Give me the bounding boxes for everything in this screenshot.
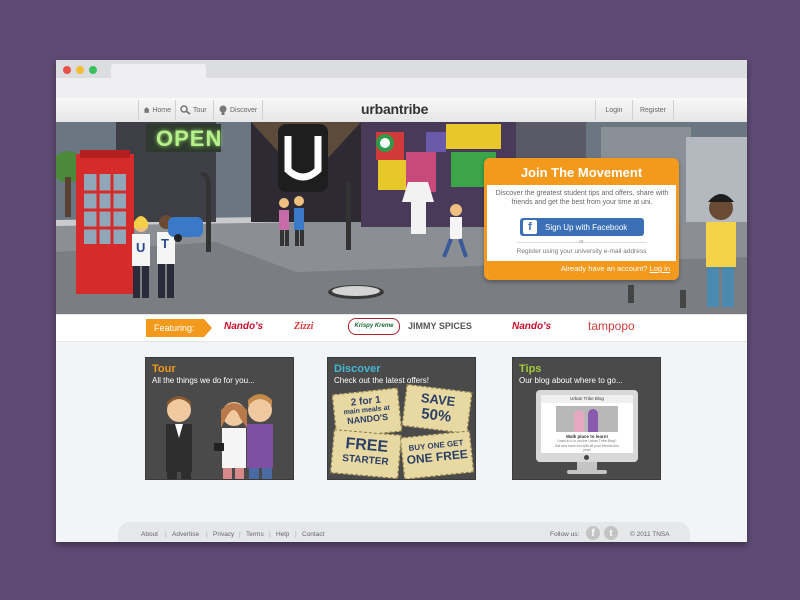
nav-home-label: Home bbox=[152, 106, 171, 114]
facebook-icon: f bbox=[523, 220, 537, 234]
nav-tour[interactable]: Tour bbox=[175, 100, 213, 120]
shirt-letter-u: U bbox=[136, 240, 146, 255]
follow-us-label: Follow us: bbox=[550, 531, 580, 538]
or-text: or bbox=[579, 239, 584, 245]
blog-figure-left bbox=[574, 410, 584, 432]
tips-card-subtitle: Our blog about where to go... bbox=[519, 376, 623, 385]
brand-krispy-kreme[interactable]: Krispy Kreme bbox=[348, 318, 400, 335]
monitor-stand bbox=[577, 462, 597, 470]
join-panel-header: Join The Movement bbox=[487, 161, 676, 185]
footer-sep-3: | bbox=[239, 531, 241, 538]
brand-zizzi[interactable]: Zizzi bbox=[294, 321, 313, 332]
join-panel-text: Discover the greatest student tips and o… bbox=[495, 190, 669, 206]
shirt-letter-t: T bbox=[161, 236, 169, 251]
discover-card-title: Discover bbox=[334, 363, 381, 375]
tour-card-title: Tour bbox=[152, 363, 176, 375]
facebook-button-label: Sign Up with Facebook bbox=[545, 222, 628, 232]
coupon-buy-one: BUY ONE GET ONE FREE bbox=[399, 430, 475, 479]
nav-home[interactable]: Home bbox=[138, 100, 175, 120]
facebook-signup-button[interactable]: f Sign Up with Facebook bbox=[520, 218, 644, 236]
monitor-power-dot bbox=[584, 455, 589, 460]
brand-tampopo[interactable]: tampopo bbox=[588, 319, 635, 333]
lightbulb-icon bbox=[219, 105, 227, 115]
browser-toolbar bbox=[56, 78, 747, 99]
brand-nandos-2[interactable]: Nando's bbox=[512, 321, 551, 332]
footer-privacy[interactable]: Privacy bbox=[213, 531, 234, 538]
coupon-save-50: SAVE 50% bbox=[401, 384, 473, 434]
footer-contact[interactable]: Contact bbox=[302, 531, 324, 538]
register-link[interactable]: Register bbox=[632, 100, 674, 120]
tour-illustration bbox=[166, 394, 273, 479]
nav-discover[interactable]: Discover bbox=[213, 100, 263, 120]
featuring-strip: Featuring: Nando's Zizzi Krispy Kreme JI… bbox=[56, 314, 747, 342]
tour-card-subtitle: All the things we do for you... bbox=[152, 376, 255, 385]
blog-figure-right bbox=[588, 409, 598, 432]
footer-sep-5: | bbox=[295, 531, 297, 538]
join-panel-title: Join The Movement bbox=[520, 165, 643, 180]
join-panel: Join The Movement Discover the greatest … bbox=[484, 158, 679, 280]
home-icon bbox=[143, 107, 150, 113]
footer-terms[interactable]: Terms bbox=[246, 531, 264, 538]
nav-tour-label: Tour bbox=[193, 106, 207, 114]
site-logo[interactable]: urbantribe bbox=[361, 101, 428, 117]
browser-window: Home Tour Discover urbantribe Login Regi… bbox=[56, 60, 747, 542]
footer-help[interactable]: Help bbox=[276, 531, 289, 538]
copyright: © 2011 TNSA bbox=[630, 531, 670, 538]
coupon-free-starter: FREE STARTER bbox=[330, 429, 402, 479]
footer-sep-4: | bbox=[269, 531, 271, 538]
close-window-dot[interactable] bbox=[63, 66, 71, 74]
facebook-icon[interactable]: f bbox=[586, 526, 600, 540]
account-text: Already have an account? bbox=[560, 264, 648, 273]
hero-banner: OPEN U T Join The Movement Discover the … bbox=[56, 122, 747, 314]
monitor-screen: Urban Tribe Blog Walk place to learn! Us… bbox=[541, 395, 633, 453]
footer-advertise[interactable]: Advertise bbox=[172, 531, 199, 538]
featuring-label: Featuring: bbox=[146, 319, 212, 337]
tips-card[interactable]: Tips Our blog about where to go... Urban… bbox=[512, 357, 661, 480]
browser-tab[interactable] bbox=[111, 64, 206, 78]
log-in-link[interactable]: Log in bbox=[650, 264, 670, 273]
open-sign: OPEN bbox=[156, 126, 223, 151]
nav-discover-label: Discover bbox=[230, 106, 258, 114]
maximize-window-dot[interactable] bbox=[89, 66, 97, 74]
discover-card-subtitle: Check out the latest offers! bbox=[334, 376, 430, 385]
login-link[interactable]: Login bbox=[595, 100, 632, 120]
monitor-base bbox=[567, 470, 607, 474]
tour-card[interactable]: Tour All the things we do for you... bbox=[145, 357, 294, 480]
discover-card[interactable]: Discover Check out the latest offers! 2 … bbox=[327, 357, 476, 480]
tips-card-title: Tips bbox=[519, 363, 542, 375]
login-label: Login bbox=[605, 106, 623, 114]
brand-nandos[interactable]: Nando's bbox=[224, 321, 263, 332]
browser-titlebar bbox=[56, 60, 747, 78]
twitter-icon[interactable]: t bbox=[604, 526, 618, 540]
footer-sep-2: | bbox=[206, 531, 208, 538]
join-panel-footer: Already have an account? Log in bbox=[487, 261, 676, 277]
site-footer: About | Advertise | Privacy | Terms | He… bbox=[118, 522, 690, 542]
blog-body: Used to it in uni the Urban Tribe Blog? … bbox=[555, 439, 619, 452]
footer-sep-1: | bbox=[165, 531, 167, 538]
blog-image bbox=[556, 406, 618, 432]
site-nav: Home Tour Discover urbantribe Login Regi… bbox=[56, 98, 747, 123]
account-prompt: Already have an account? Log in bbox=[561, 264, 670, 273]
minimize-window-dot[interactable] bbox=[76, 66, 84, 74]
footer-about[interactable]: About bbox=[141, 531, 158, 538]
register-label: Register bbox=[639, 106, 667, 114]
magnifier-icon bbox=[180, 105, 191, 115]
brand-jimmy-spices[interactable]: JIMMY SPICES bbox=[408, 321, 472, 331]
register-email-link[interactable]: Register using your university e-mail ad… bbox=[487, 248, 676, 255]
monitor: Urban Tribe Blog Walk place to learn! Us… bbox=[536, 390, 638, 462]
blog-header: Urban Tribe Blog bbox=[541, 395, 633, 403]
